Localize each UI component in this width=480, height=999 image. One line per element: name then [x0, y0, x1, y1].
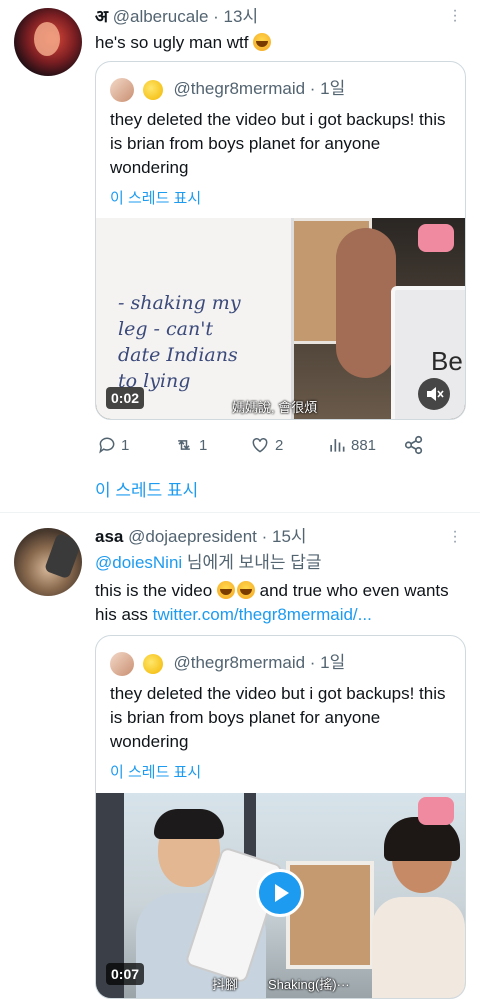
tweet-link[interactable]: twitter.com/thegr8mermaid/... [153, 605, 372, 624]
quoted-tweet-header: @thegr8mermaid · 1일 [110, 651, 345, 676]
video-duration: 0:07 [106, 963, 145, 985]
reply-count: 1 [121, 436, 130, 454]
quoted-time: · 1일 [309, 653, 346, 672]
tweet-header: asa @dojaepresident · 15시 [95, 525, 307, 549]
crying-face-emoji [236, 581, 255, 599]
analytics-icon [330, 439, 345, 452]
reply-icon [99, 437, 115, 454]
share-icon [404, 435, 423, 455]
speaker-muted-icon [427, 387, 444, 401]
tweet-time[interactable]: · 15시 [262, 527, 307, 546]
quoted-show-thread-link[interactable]: 이 스레드 표시 [110, 187, 201, 208]
mute-button[interactable] [418, 378, 450, 410]
reply-to-suffix: 님에게 보내는 답글 [182, 553, 322, 572]
avatar[interactable] [14, 8, 82, 76]
video-duration: 0:02 [106, 387, 145, 409]
retweet-button[interactable]: 1 [173, 433, 207, 457]
video-player[interactable]: - shaking my leg - can't date Indians to… [96, 218, 465, 419]
crying-face-emoji [216, 581, 235, 599]
share-button[interactable] [403, 433, 429, 457]
reply-button[interactable]: 1 [97, 433, 129, 457]
video-subtitle: 媽媽說, 會很煩 [232, 400, 318, 415]
more-options-icon[interactable]: · · · [446, 524, 464, 550]
author-handle[interactable]: @alberucale [113, 7, 209, 26]
retweet-count: 1 [199, 436, 208, 454]
retweet-icon [178, 440, 190, 450]
author-name[interactable]: अ [95, 7, 108, 26]
heart-logo [418, 224, 454, 252]
reply-to-handle[interactable]: @doiesNini [95, 553, 182, 572]
avatar[interactable] [14, 528, 82, 596]
person-right [364, 817, 465, 998]
quoted-tweet[interactable]: @thegr8mermaid · 1일 they deleted the vid… [95, 635, 466, 999]
quoted-handle: @thegr8mermaid [173, 79, 306, 98]
views-button[interactable]: 881 [327, 433, 376, 457]
view-count: 881 [351, 436, 377, 454]
tweet-text: this is the video and true who even want… [95, 581, 449, 624]
like-count: 2 [275, 436, 284, 454]
tweet-header: अ @alberucale · 13시 [95, 5, 258, 29]
quoted-avatar [110, 651, 134, 676]
tweet-actions: 1 1 2 881 [95, 433, 435, 457]
quoted-avatar [110, 77, 134, 102]
lemon-emoji [142, 79, 163, 100]
whiteboard-right-text: Be [431, 346, 463, 376]
tweet-text: he's so ugly man wtf [95, 31, 272, 55]
quoted-tweet[interactable]: @thegr8mermaid · 1일 they deleted the vid… [95, 61, 466, 420]
tweet-1[interactable]: अ @alberucale · 13시 · · · he's so ugly man… [0, 0, 480, 512]
quoted-handle: @thegr8mermaid [173, 653, 306, 672]
quoted-tweet-header: @thegr8mermaid · 1일 [110, 77, 345, 102]
whiteboard-text: - shaking my leg - can't date Indians to… [118, 292, 241, 392]
tweet-2[interactable]: asa @dojaepresident · 15시 · · · @doiesNini… [0, 513, 480, 999]
like-button[interactable]: 2 [249, 433, 283, 457]
heart-logo [418, 797, 454, 825]
quoted-show-thread-link[interactable]: 이 스레드 표시 [110, 761, 201, 782]
reply-to-line: @doiesNini 님에게 보내는 답글 [95, 551, 321, 575]
author-name[interactable]: asa [95, 527, 123, 546]
person-arm [336, 228, 396, 378]
quoted-text: they deleted the video but i got backups… [110, 684, 446, 751]
more-options-icon[interactable]: · · · [446, 3, 464, 29]
video-subtitle: 抖腳 [212, 977, 239, 992]
video-player[interactable]: 0:07 抖腳 Shaking(搖)··· [96, 793, 465, 998]
lemon-emoji [142, 653, 163, 674]
quoted-text: they deleted the video but i got backups… [110, 110, 446, 177]
author-handle[interactable]: @dojaepresident [128, 527, 257, 546]
show-thread-link[interactable]: 이 스레드 표시 [95, 476, 198, 501]
quoted-time: · 1일 [309, 79, 346, 98]
play-button[interactable] [256, 869, 304, 917]
heart-icon [252, 437, 268, 453]
crying-face-emoji [253, 33, 272, 51]
tweet-time[interactable]: · 13시 [213, 7, 258, 26]
play-icon [275, 884, 289, 902]
video-subtitle: Shaking(搖)··· [268, 977, 350, 992]
